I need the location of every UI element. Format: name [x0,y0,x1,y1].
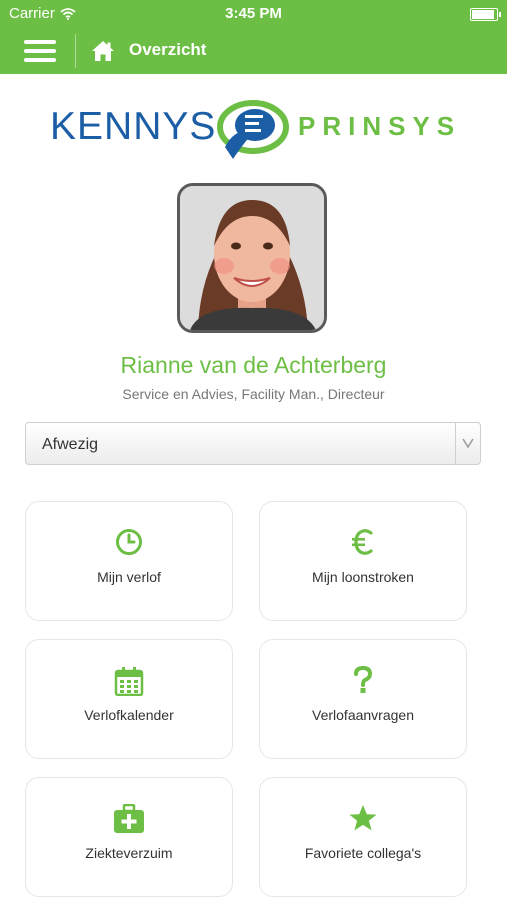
question-icon [354,666,373,693]
status-dropdown[interactable]: Afwezig [25,422,481,465]
tile-mijn-loonstroken[interactable]: Mijn loonstroken [259,501,467,621]
chevron-down-icon [462,438,474,449]
tile-verlofaanvragen[interactable]: Verlofaanvragen [259,639,467,759]
logo-text-right: PRINSYS [298,111,462,141]
avatar-portrait [180,186,324,330]
first-aid-kit-icon [114,804,144,833]
logo-mark-icon [217,100,289,159]
calendar-icon [114,667,144,696]
logo-text-left: KENNYS [50,105,217,148]
tile-verlofkalender[interactable]: Verlofkalender [25,639,233,759]
tile-label: Ziekteverzuim [85,845,173,861]
nav-divider [75,34,76,68]
battery-icon [470,8,501,21]
tile-label: Verlofaanvragen [312,707,414,723]
status-bar: Carrier 3:45 PM [0,0,507,28]
nav-bar: Overzicht [0,28,507,74]
tile-mijn-verlof[interactable]: Mijn verlof [25,501,233,621]
tile-label: Favoriete collega's [304,845,422,861]
home-icon[interactable] [91,40,115,62]
dropdown-arrow[interactable] [455,423,480,464]
profile-photo [177,183,327,333]
star-icon [349,805,377,831]
profile-name: Rianne van de Achterberg [120,352,387,378]
app-header: Carrier 3:45 PM Overzicht [0,0,507,74]
tile-label: Mijn loonstroken [312,569,414,585]
tile-label: Verlofkalender [84,707,174,723]
hamburger-menu-icon[interactable] [24,40,56,62]
company-logo: KENNYS PRINSYS [50,97,460,161]
tile-label: Mijn verlof [97,569,161,585]
profile-role: Service en Advies, Facility Man., Direct… [122,386,385,402]
status-time: 3:45 PM [225,5,282,22]
tile-ziekteverzuim[interactable]: Ziekteverzuim [25,777,233,897]
clock-icon [116,529,142,555]
status-dropdown-value: Afwezig [42,436,99,453]
tile-favoriete-collegas[interactable]: Favoriete collega's [259,777,467,897]
euro-icon [352,529,373,555]
page-title: Overzicht [129,40,207,59]
